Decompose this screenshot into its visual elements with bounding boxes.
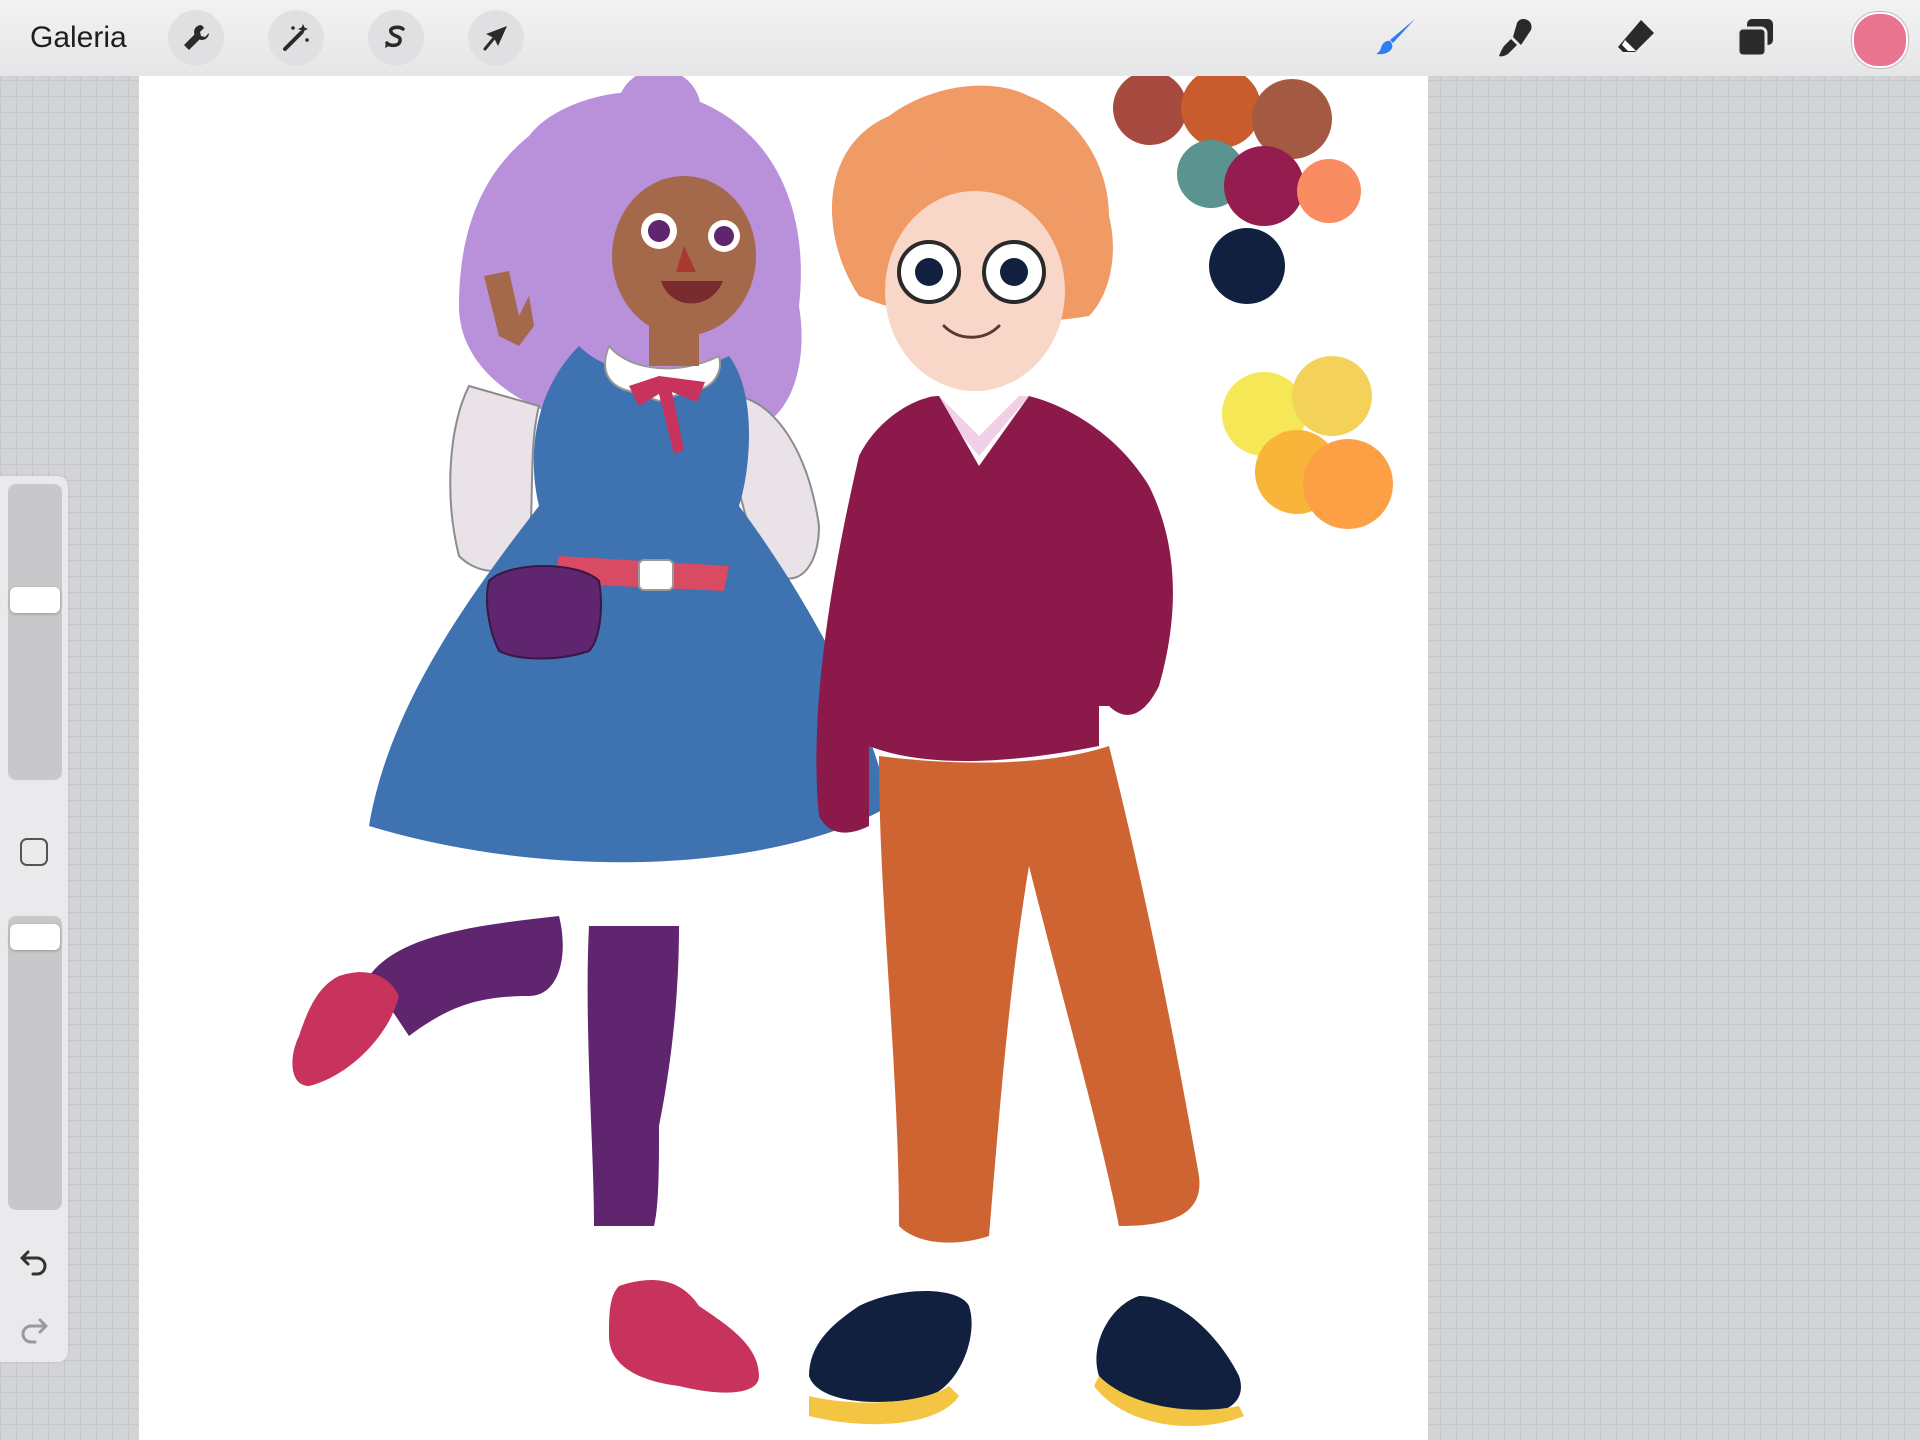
belt-buckle [638, 559, 674, 591]
redo-button[interactable] [14, 1308, 54, 1348]
redo-icon [21, 1318, 48, 1344]
palette-swatch [1224, 146, 1304, 226]
selection-icon [385, 25, 405, 48]
left-sidebar [0, 476, 68, 1362]
palette-swatch [1181, 76, 1261, 148]
color-palette [1113, 76, 1393, 529]
actions-button[interactable] [168, 10, 224, 66]
selection-button[interactable] [368, 10, 424, 66]
eye-right-1 [915, 258, 943, 286]
modifier-square-icon[interactable] [20, 838, 48, 866]
opacity-slider[interactable] [8, 916, 62, 1210]
palette-swatch [1303, 439, 1393, 529]
eraser-icon [1618, 20, 1654, 52]
brush-icon [1376, 19, 1415, 55]
sneaker-left [809, 1291, 972, 1402]
smudge-icon [1499, 19, 1532, 57]
palette-swatch [1113, 76, 1187, 145]
pants [879, 746, 1200, 1243]
dress [369, 346, 889, 863]
palette-swatch [1297, 159, 1361, 223]
eye-left-1-pupil [648, 220, 670, 242]
magic-wand-icon [283, 24, 309, 51]
undo-icon [20, 1250, 47, 1276]
artwork [292, 76, 1393, 1426]
top-toolbar: Galeria [0, 0, 1920, 77]
shoe-left [292, 972, 399, 1086]
drawing-canvas[interactable] [139, 76, 1428, 1440]
gallery-button[interactable]: Galeria [30, 18, 127, 58]
transform-button[interactable] [468, 10, 524, 66]
purse [486, 565, 602, 660]
transform-arrow-icon [483, 26, 507, 51]
brush-size-slider-handle[interactable] [10, 586, 60, 613]
opacity-slider-handle[interactable] [10, 924, 60, 951]
eye-right-2 [1000, 258, 1028, 286]
smudge-tool-button[interactable] [1486, 8, 1546, 68]
color-picker-button[interactable] [1852, 12, 1908, 68]
palette-swatch [1209, 228, 1285, 304]
palette-swatch [1292, 356, 1372, 436]
character-left [292, 76, 889, 1393]
wrench-icon [184, 25, 209, 50]
adjustments-button[interactable] [268, 10, 324, 66]
eraser-tool-button[interactable] [1606, 8, 1666, 68]
layers-icon [1736, 19, 1773, 58]
tights-left [369, 916, 563, 1036]
eye-left-2-pupil [714, 226, 734, 246]
tights-right [587, 926, 679, 1226]
undo-button[interactable] [14, 1240, 54, 1280]
brush-size-slider[interactable] [8, 484, 62, 780]
brush-tool-button[interactable] [1366, 8, 1426, 68]
layers-button[interactable] [1726, 8, 1786, 68]
shoe-right [609, 1280, 759, 1393]
